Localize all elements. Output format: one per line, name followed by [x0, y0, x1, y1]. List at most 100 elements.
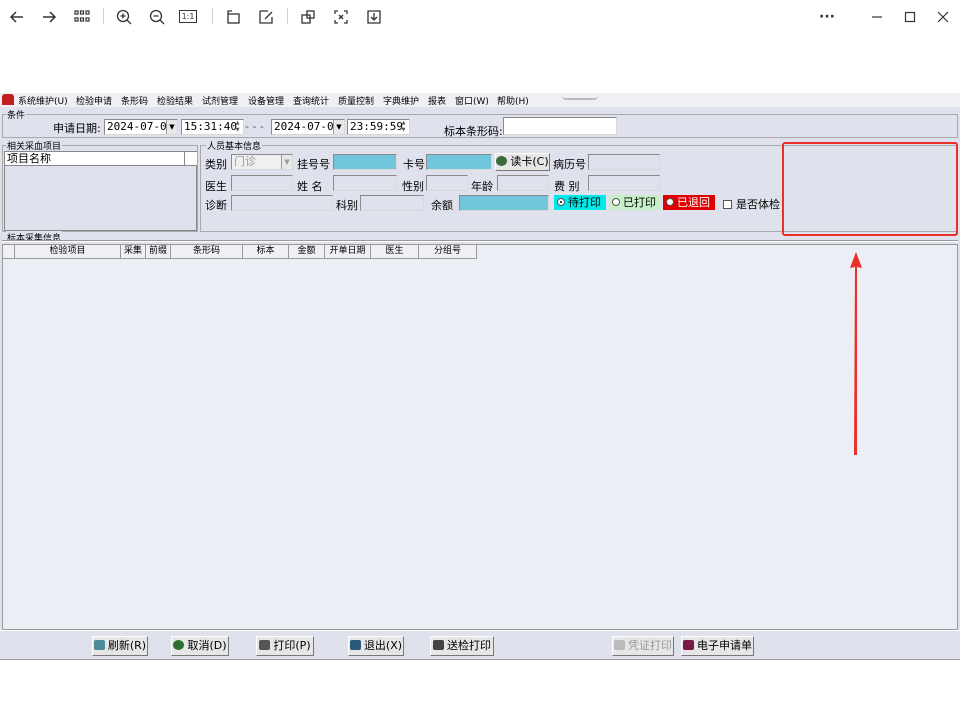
forward-icon[interactable]: [38, 6, 60, 28]
barcode-input[interactable]: [503, 117, 617, 135]
category-label: 类别: [205, 158, 227, 171]
dropdown-arrow-icon[interactable]: ▼: [166, 120, 177, 134]
minimize-icon[interactable]: [866, 6, 888, 28]
exit-icon: [349, 640, 361, 650]
category-select[interactable]: 门诊 ▼: [231, 154, 293, 170]
read-card-label: 读卡(C): [510, 155, 549, 168]
specimen-title: 标本采集信息: [6, 231, 63, 244]
record-no-input[interactable]: [588, 154, 660, 170]
menu-barcode[interactable]: 条形码: [121, 94, 148, 107]
menu-reagent[interactable]: 试剂管理: [202, 94, 238, 107]
dropdown-arrow-icon[interactable]: ▼: [333, 120, 344, 134]
physical-exam-checkbox[interactable]: 是否体检: [723, 196, 780, 212]
balance-input[interactable]: [459, 195, 549, 211]
actual-size-icon[interactable]: 1:1: [179, 6, 201, 28]
diagnosis-label: 诊断: [205, 199, 227, 212]
radio-printed[interactable]: 已打印: [609, 195, 660, 210]
grid-icon[interactable]: [71, 6, 93, 28]
refresh-button[interactable]: 刷新(R): [92, 636, 148, 656]
column-header[interactable]: 开单日期: [325, 245, 371, 259]
time-from-spinner[interactable]: 15:31:40 ▲ ▼: [181, 119, 244, 135]
download-icon[interactable]: [363, 6, 385, 28]
time-from-value: 15:31:40: [184, 120, 237, 133]
status-bar-line: [0, 659, 960, 660]
column-header-filler: [185, 152, 197, 166]
expand-icon[interactable]: [330, 6, 352, 28]
edit-icon[interactable]: [255, 6, 277, 28]
menu-lab-result[interactable]: 检验结果: [157, 94, 193, 107]
menu-report[interactable]: 报表: [428, 94, 446, 107]
viewer-toolbar: 1:1 ···: [0, 0, 960, 34]
crop-icon[interactable]: [297, 6, 319, 28]
specimen-grid[interactable]: 检验项目 采集 前缀 条形码 标本 金额 开单日期 医生 分组号: [2, 244, 958, 630]
voucher-print-button[interactable]: 凭证打印: [612, 636, 674, 656]
e-request-button[interactable]: 电子申请单: [681, 636, 754, 656]
doctor-input[interactable]: [231, 175, 293, 191]
menu-help[interactable]: 帮助(H): [497, 94, 529, 107]
menu-window[interactable]: 窗口(W): [455, 94, 489, 107]
radio-selected-icon: [557, 198, 565, 206]
date-label: 申请日期:: [53, 122, 101, 135]
annotation-highlight-box: [782, 142, 958, 236]
card-no-input[interactable]: [426, 154, 492, 170]
spinner-arrows-icon[interactable]: ▲ ▼: [232, 120, 243, 134]
send-print-button[interactable]: 送检打印: [430, 636, 494, 656]
specimen-divider: [2, 240, 958, 242]
name-input[interactable]: [333, 175, 397, 191]
date-from-picker[interactable]: 2024-07-04 ▼: [104, 119, 178, 135]
zoom-out-icon[interactable]: [146, 6, 168, 28]
date-to-picker[interactable]: 2024-07-08 ▼: [271, 119, 345, 135]
column-header[interactable]: 检验项目: [15, 245, 121, 259]
person-info-title: 人员基本信息: [206, 139, 263, 152]
time-to-spinner[interactable]: 23:59:59 ▲ ▼: [347, 119, 410, 135]
column-header[interactable]: 医生: [371, 245, 419, 259]
fee-type-input[interactable]: [588, 175, 660, 191]
voucher-print-icon: [614, 640, 625, 650]
maximize-icon[interactable]: [899, 6, 921, 28]
voucher-print-label: 凭证打印: [628, 639, 672, 652]
column-header[interactable]: 标本: [243, 245, 289, 259]
rotate-icon[interactable]: [222, 6, 244, 28]
back-icon[interactable]: [6, 6, 28, 28]
read-card-button[interactable]: 读卡(C): [495, 153, 550, 171]
exit-button[interactable]: 退出(X): [348, 636, 404, 656]
radio-returned[interactable]: 已退回: [663, 195, 715, 210]
column-header-item-name[interactable]: 项目名称: [5, 152, 185, 166]
close-icon[interactable]: [932, 6, 954, 28]
barcode-label: 标本条形码:: [444, 125, 503, 138]
fee-type-label: 费 别: [554, 180, 580, 193]
physical-exam-label: 是否体检: [736, 198, 780, 211]
menu-system[interactable]: 系统维护(U): [18, 94, 68, 107]
cancel-button[interactable]: 取消(D): [171, 636, 229, 656]
age-input[interactable]: [497, 175, 549, 191]
window-restore-handle[interactable]: [562, 96, 598, 100]
related-items-list[interactable]: 项目名称: [4, 151, 197, 231]
gender-input[interactable]: [426, 175, 468, 191]
radio-pending-print[interactable]: 待打印: [554, 195, 606, 210]
dropdown-arrow-icon[interactable]: ▼: [281, 155, 292, 169]
reg-no-input[interactable]: [333, 154, 397, 170]
column-header[interactable]: 前缀: [146, 245, 171, 259]
zoom-in-icon[interactable]: [113, 6, 135, 28]
menu-device[interactable]: 设备管理: [248, 94, 284, 107]
print-button[interactable]: 打印(P): [256, 636, 314, 656]
column-header[interactable]: 金额: [289, 245, 325, 259]
card-reader-icon: [496, 156, 508, 166]
menu-quality[interactable]: 质量控制: [338, 94, 374, 107]
column-header[interactable]: 分组号: [419, 245, 477, 259]
send-print-icon: [433, 640, 444, 650]
dept-input[interactable]: [360, 195, 424, 211]
column-header[interactable]: 采集: [121, 245, 146, 259]
toolbar-divider: [212, 8, 213, 24]
name-label: 姓 名: [297, 180, 323, 193]
menu-lab-request[interactable]: 检验申请: [76, 94, 112, 107]
more-icon[interactable]: ···: [816, 6, 838, 28]
gender-label: 性别: [402, 180, 424, 193]
spinner-arrows-icon[interactable]: ▲ ▼: [398, 120, 409, 134]
date-to-value: 2024-07-08: [274, 120, 341, 133]
e-request-label: 电子申请单: [697, 639, 752, 652]
diagnosis-input[interactable]: [231, 195, 333, 211]
menu-dictionary[interactable]: 字典维护: [383, 94, 419, 107]
column-header[interactable]: 条形码: [171, 245, 243, 259]
menu-query-stats[interactable]: 查询统计: [293, 94, 329, 107]
